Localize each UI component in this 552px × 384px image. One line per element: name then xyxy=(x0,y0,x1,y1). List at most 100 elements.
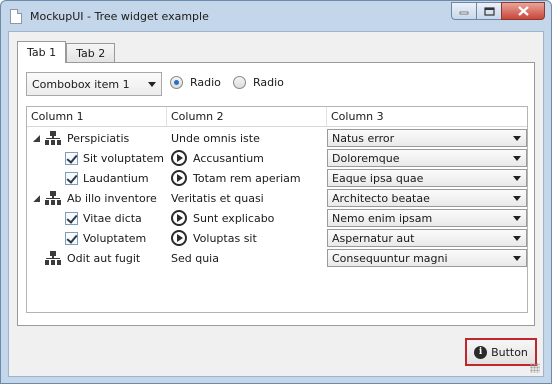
tree-row[interactable]: Vitae dicta Sunt explicabo Nemo enim ips… xyxy=(27,208,527,228)
row-combobox-value: Eaque ipsa quae xyxy=(332,171,424,185)
radio-unchecked-icon xyxy=(233,76,246,89)
tree-item-label: Ab illo inventore xyxy=(67,191,157,205)
checkbox-checked-icon[interactable] xyxy=(65,231,78,245)
tree-cell-col2: Veritatis et quasi xyxy=(171,191,264,205)
info-button[interactable]: i Button xyxy=(465,338,537,366)
play-icon[interactable] xyxy=(171,170,187,186)
window-controls xyxy=(451,2,545,20)
column-header-1[interactable]: Column 1 xyxy=(27,107,167,126)
tree-widget[interactable]: Column 1 Column 2 Column 3 Perspiciatis … xyxy=(26,106,528,313)
close-icon xyxy=(517,6,529,16)
radio-checked-icon xyxy=(170,76,183,89)
button-label: Button xyxy=(491,345,528,359)
maximize-icon xyxy=(483,6,495,16)
hierarchy-icon xyxy=(45,251,61,265)
tree-row[interactable]: Perspiciatis Unde omnis iste Natus error xyxy=(27,128,527,148)
chevron-down-icon xyxy=(513,196,521,201)
radio-option-1[interactable]: Radio xyxy=(170,76,221,89)
expand-arrow-icon[interactable] xyxy=(33,134,40,142)
tree-row[interactable]: Laudantium Totam rem aperiam Eaque ipsa … xyxy=(27,168,527,188)
row-combobox[interactable]: Architecto beatae xyxy=(327,189,527,207)
row-combobox[interactable]: Aspernatur aut xyxy=(327,229,527,247)
tree-cell-col1: Vitae dicta xyxy=(65,208,142,228)
window-content: Tab 1 Tab 2 Combobox item 1 Radio Radio … xyxy=(8,31,544,377)
radio-option-2[interactable]: Radio xyxy=(233,76,284,89)
tree-cell-col2: Voluptas sit xyxy=(171,228,257,248)
tree-row[interactable]: Odit aut fugit Sed quia Consequuntur mag… xyxy=(27,248,527,268)
app-window: MockupUI - Tree widget example Tab 1 Tab… xyxy=(0,0,552,384)
column-header-2[interactable]: Column 2 xyxy=(167,107,327,126)
row-combobox-value: Doloremque xyxy=(332,151,400,165)
row-combobox-value: Nemo enim ipsam xyxy=(332,211,433,225)
tree-item-label: Vitae dicta xyxy=(83,211,142,225)
play-icon[interactable] xyxy=(171,230,187,246)
tree-cell-col1: Odit aut fugit xyxy=(45,248,140,268)
chevron-down-icon xyxy=(148,82,156,87)
combobox-value: Combobox item 1 xyxy=(32,77,130,91)
row-combobox-value: Consequuntur magni xyxy=(332,251,448,265)
play-icon[interactable] xyxy=(171,150,187,166)
tree-cell-col2: Sed quia xyxy=(171,251,219,265)
tab-1[interactable]: Tab 1 xyxy=(17,41,67,63)
tree-cell-col2: Unde omnis iste xyxy=(171,131,260,145)
tab-2[interactable]: Tab 2 xyxy=(66,43,116,63)
tree-row[interactable]: Ab illo inventore Veritatis et quasi Arc… xyxy=(27,188,527,208)
chevron-down-icon xyxy=(513,256,521,261)
row-combobox[interactable]: Eaque ipsa quae xyxy=(327,169,527,187)
tree-cell-col2: Sunt explicabo xyxy=(171,208,274,228)
minimize-icon xyxy=(459,11,469,15)
checkbox-checked-icon[interactable] xyxy=(65,151,78,165)
tree-cell-text: Totam rem aperiam xyxy=(193,171,301,185)
tree-cell-col2: Accusantium xyxy=(171,148,264,168)
row-combobox-value: Aspernatur aut xyxy=(332,231,415,245)
title-bar[interactable]: MockupUI - Tree widget example xyxy=(1,1,551,31)
tab-bar: Tab 1 Tab 2 xyxy=(17,41,116,63)
tree-cell-col1: Perspiciatis xyxy=(33,128,129,148)
row-combobox[interactable]: Doloremque xyxy=(327,149,527,167)
tree-cell-text: Voluptas sit xyxy=(193,231,257,245)
row-combobox-value: Architecto beatae xyxy=(332,191,430,205)
column-header-3[interactable]: Column 3 xyxy=(327,107,527,126)
chevron-down-icon xyxy=(513,216,521,221)
resize-grip-icon[interactable] xyxy=(530,363,540,373)
document-icon xyxy=(10,9,22,24)
chevron-down-icon xyxy=(513,176,521,181)
tree-item-label: Sit voluptatem xyxy=(83,151,164,165)
tree-item-label: Odit aut fugit xyxy=(67,251,141,265)
expand-arrow-icon[interactable] xyxy=(33,194,40,202)
tree-cell-text: Sunt explicabo xyxy=(193,211,275,225)
tree-cell-col2: Totam rem aperiam xyxy=(171,168,301,188)
hierarchy-icon xyxy=(45,131,61,145)
tree-item-label: Perspiciatis xyxy=(67,131,130,145)
tree-row[interactable]: Voluptatem Voluptas sit Aspernatur aut xyxy=(27,228,527,248)
tree-item-label: Laudantium xyxy=(83,171,149,185)
minimize-button[interactable] xyxy=(451,2,477,20)
tree-header: Column 1 Column 2 Column 3 xyxy=(27,107,527,127)
radio-label: Radio xyxy=(190,76,221,89)
tree-cell-col1: Sit voluptatem xyxy=(65,148,164,168)
tree-cell-col1: Ab illo inventore xyxy=(33,188,157,208)
tree-item-label: Voluptatem xyxy=(83,231,147,245)
checkbox-checked-icon[interactable] xyxy=(65,171,78,185)
maximize-button[interactable] xyxy=(476,2,502,20)
tree-cell-col1: Laudantium xyxy=(65,168,149,188)
row-combobox[interactable]: Nemo enim ipsam xyxy=(327,209,527,227)
chevron-down-icon xyxy=(513,156,521,161)
close-button[interactable] xyxy=(501,2,545,20)
row-combobox[interactable]: Consequuntur magni xyxy=(327,249,527,267)
chevron-down-icon xyxy=(513,136,521,141)
window-title: MockupUI - Tree widget example xyxy=(30,10,209,23)
row-combobox-value: Natus error xyxy=(332,131,395,145)
hierarchy-icon xyxy=(45,191,61,205)
checkbox-checked-icon[interactable] xyxy=(65,211,78,225)
tree-cell-text: Accusantium xyxy=(193,151,264,165)
chevron-down-icon xyxy=(513,236,521,241)
combobox[interactable]: Combobox item 1 xyxy=(26,72,162,96)
tree-cell-col1: Voluptatem xyxy=(65,228,146,248)
play-icon[interactable] xyxy=(171,210,187,226)
radio-label: Radio xyxy=(253,76,284,89)
row-combobox[interactable]: Natus error xyxy=(327,129,527,147)
tree-row[interactable]: Sit voluptatem Accusantium Doloremque xyxy=(27,148,527,168)
tab-panel: Combobox item 1 Radio Radio Column 1 Col… xyxy=(17,62,535,326)
info-icon: i xyxy=(474,345,488,359)
